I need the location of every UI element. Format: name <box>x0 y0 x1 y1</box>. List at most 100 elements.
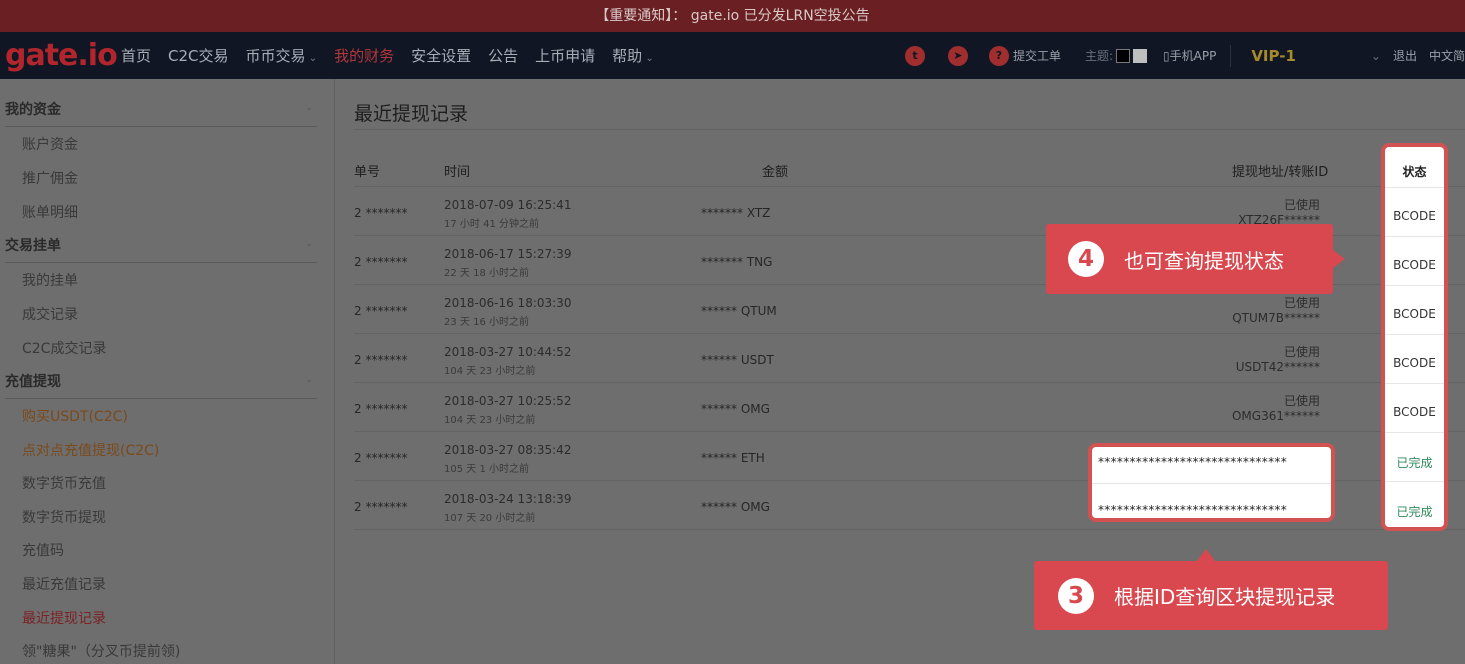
nav-help[interactable]: 帮助 ⌄ <box>612 45 654 66</box>
table-row-divider <box>354 431 1465 432</box>
nav-spot-label: 币币交易 <box>245 47 306 65</box>
row-ago: 104 天 23 小时之前 <box>444 415 536 426</box>
sidebar-item-buy-usdt[interactable]: 购买USDT(C2C) <box>22 406 128 426</box>
chevron-down-icon: ⌄ <box>305 375 313 385</box>
divider <box>1092 483 1331 484</box>
row-amount: ****** OMG <box>701 402 770 416</box>
row-time: 2018-03-24 13:18:39 <box>444 492 572 506</box>
divider <box>1385 481 1444 482</box>
transfer-id-highlight: ****************************** *********… <box>1088 443 1335 522</box>
nav-listing[interactable]: 上币申请 <box>535 45 595 66</box>
status-column-highlight: 状态 BCODE BCODE BCODE BCODE BCODE 已完成 已完成 <box>1381 143 1448 531</box>
transfer-id-link[interactable]: ****************************** <box>1098 503 1287 517</box>
chevron-down-icon: ⌄ <box>305 103 313 113</box>
telegram-icon[interactable]: ➤ <box>947 45 968 66</box>
divider <box>1385 334 1444 335</box>
nav-spot[interactable]: 币币交易 ⌄ <box>246 45 318 66</box>
nav-finance[interactable]: 我的财务 <box>334 45 394 66</box>
row-ago: 17 小时 41 分钟之前 <box>444 219 539 230</box>
sidebar-item-candy[interactable]: 领"糖果"（分叉币提前领) <box>22 641 180 661</box>
sidebar-item-my-orders[interactable]: 我的挂单 <box>22 270 78 290</box>
nav-security[interactable]: 安全设置 <box>411 45 471 66</box>
row-amount: ****** QTUM <box>701 304 777 318</box>
divider <box>354 129 1465 130</box>
row-amount: ******* XTZ <box>701 206 771 220</box>
sidebar-item-c2c-trades[interactable]: C2C成交记录 <box>22 338 106 358</box>
sidebar-group-deposit-withdraw[interactable]: 充值提现 ⌄ <box>5 371 317 399</box>
help-icon[interactable]: ? <box>988 45 1009 66</box>
sidebar-group-assets[interactable]: 我的资金 ⌄ <box>5 99 317 127</box>
nav-help-label: 帮助 <box>612 47 643 65</box>
notice-bar[interactable]: 【重要通知】： gate.io 已分发LRN空投公告 <box>0 0 1465 32</box>
sidebar-item-referral[interactable]: 推广佣金 <box>22 168 78 188</box>
row-address[interactable]: OMG361****** <box>1232 409 1320 423</box>
row-address-status: 已使用 <box>1283 345 1320 359</box>
submit-ticket-link[interactable]: 提交工单 <box>1013 47 1061 64</box>
row-time: 2018-07-09 16:25:41 <box>444 198 572 212</box>
callout-pointer <box>1197 549 1215 561</box>
transfer-id-link[interactable]: ****************************** <box>1098 455 1287 469</box>
nav-c2c[interactable]: C2C交易 <box>168 45 229 66</box>
sidebar-item-crypto-deposit[interactable]: 数字货币充值 <box>22 473 106 493</box>
sidebar-item-account-funds[interactable]: 账户资金 <box>22 134 78 154</box>
status-cell: BCODE <box>1393 258 1436 272</box>
sidebar-group-label: 我的资金 <box>5 102 61 118</box>
nav-announcement[interactable]: 公告 <box>488 45 518 66</box>
language-selector[interactable]: 中文简 <box>1429 47 1465 64</box>
chevron-down-icon[interactable]: ⌄ <box>1371 49 1381 63</box>
row-address-status: 已使用 <box>1283 198 1320 212</box>
divider <box>1385 432 1444 433</box>
row-id: 2 ******* <box>354 255 408 269</box>
row-amount: ****** OMG <box>701 500 770 514</box>
twitter-icon[interactable]: t <box>904 45 925 66</box>
callout-number: 4 <box>1068 241 1104 277</box>
row-ago: 105 天 1 小时之前 <box>444 464 529 475</box>
row-amount: ****** USDT <box>701 353 774 367</box>
sidebar-group-orders[interactable]: 交易挂单 ⌄ <box>5 235 317 263</box>
sidebar-item-p2p[interactable]: 点对点充值提现(C2C) <box>22 440 159 460</box>
row-time: 2018-03-27 10:44:52 <box>444 345 572 359</box>
row-ago: 107 天 20 小时之前 <box>444 513 536 524</box>
row-amount: ****** ETH <box>701 451 765 465</box>
row-id: 2 ******* <box>354 402 408 416</box>
row-address-status: 已使用 <box>1283 296 1320 310</box>
nav-home[interactable]: 首页 <box>121 45 151 66</box>
table-row-divider <box>354 382 1465 383</box>
nav-divider <box>1230 44 1232 67</box>
row-address[interactable]: QTUM7B****** <box>1232 311 1320 325</box>
callout-query-by-id: 3 根据ID查询区块提现记录 <box>1034 549 1388 630</box>
sidebar-item-recent-deposits[interactable]: 最近充值记录 <box>22 574 106 594</box>
callout-number: 3 <box>1058 577 1094 614</box>
chevron-down-icon: ⌄ <box>305 239 313 249</box>
sidebar-item-crypto-withdraw[interactable]: 数字货币提现 <box>22 507 106 527</box>
theme-light-toggle[interactable] <box>1133 48 1148 63</box>
row-time: 2018-03-27 10:25:52 <box>444 394 572 408</box>
mobile-app-link[interactable]: ▯手机APP <box>1163 47 1216 64</box>
top-nav: gate.io 首页 C2C交易 币币交易 ⌄ 我的财务 安全设置 公告 上币申… <box>0 32 1465 79</box>
theme-dark-toggle[interactable] <box>1116 48 1131 63</box>
column-header-status: 状态 <box>1402 165 1427 179</box>
divider <box>1385 236 1444 237</box>
sidebar-item-trades[interactable]: 成交记录 <box>22 304 78 324</box>
divider <box>1385 285 1444 286</box>
callout-text: 根据ID查询区块提现记录 <box>1114 585 1336 609</box>
status-cell[interactable]: 已完成 <box>1385 454 1444 471</box>
sidebar-item-deposit-code[interactable]: 充值码 <box>22 540 64 560</box>
status-cell[interactable]: 已完成 <box>1385 503 1444 520</box>
gate-logo[interactable]: gate.io <box>5 38 118 73</box>
sidebar-item-bill[interactable]: 账单明细 <box>22 202 78 222</box>
sidebar: 我的资金 ⌄ 账户资金 推广佣金 账单明细 交易挂单 ⌄ 我的挂单 成交记录 C2C… <box>0 79 335 664</box>
vip-badge[interactable]: VIP-1 <box>1251 47 1296 65</box>
row-address[interactable]: USDT42****** <box>1236 360 1320 374</box>
table-row-divider <box>354 333 1465 334</box>
logout-link[interactable]: 退出 <box>1393 47 1417 64</box>
sidebar-group-label: 充值提现 <box>5 374 61 390</box>
row-ago: 22 天 18 小时之前 <box>444 268 529 279</box>
nav-right: t ➤ ? 提交工单 主题: ▯手机APP VIP-1 ⌄ 退出 中文简 <box>904 32 1465 79</box>
sidebar-item-recent-withdrawals[interactable]: 最近提现记录 <box>22 608 106 628</box>
column-header-amount: 金额 <box>762 165 789 180</box>
page-title: 最近提现记录 <box>354 103 469 125</box>
row-ago: 104 天 23 小时之前 <box>444 366 536 377</box>
row-time: 2018-03-27 08:35:42 <box>444 443 572 457</box>
sidebar-group-label: 交易挂单 <box>5 238 61 254</box>
